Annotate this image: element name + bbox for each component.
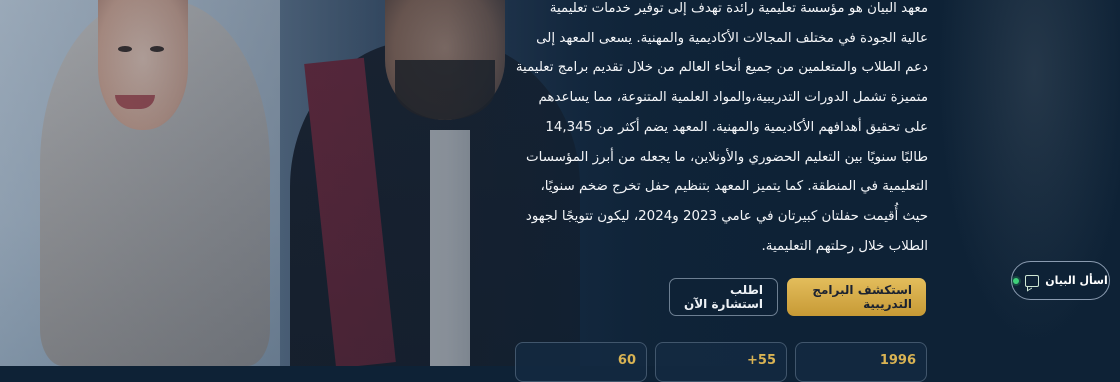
- hero-line: الطلاب خلال رحلتهم التعليمية.: [761, 238, 928, 254]
- hero-actions: اطلب استشارة الآن استكشف البرامج التدريب…: [669, 278, 926, 316]
- stat-card: 60: [515, 342, 647, 382]
- explore-programs-button[interactable]: استكشف البرامج التدريبية: [787, 278, 926, 316]
- ask-albayan-label: اسأل البيان: [1045, 274, 1108, 287]
- hero-line: التعليمية في المنطقة. كما يتميز المعهد ب…: [540, 179, 928, 195]
- hero-line: طالبًا سنويًا بين التعليم الحضوري والأون…: [526, 149, 928, 165]
- hero-line: معهد البيان هو مؤسسة تعليمية رائدة تهدف …: [549, 1, 928, 16]
- hero-content: معهد البيان هو مؤسسة تعليمية رائدة تهدف …: [515, 0, 928, 261]
- background-figure-right: [930, 0, 1120, 366]
- hero-line: متميزة تشمل الدورات التدريبية،والمواد ال…: [538, 90, 928, 106]
- request-consultation-button[interactable]: اطلب استشارة الآن: [669, 278, 778, 316]
- hero-description: معهد البيان هو مؤسسة تعليمية رائدة تهدف …: [515, 0, 928, 261]
- hero-line: حيث أُقيمت حفلتان كبيرتان في عامي 2023 و…: [525, 208, 928, 224]
- chat-bubble-icon: [1025, 274, 1040, 287]
- ask-albayan-button[interactable]: اسأل البيان: [1011, 261, 1110, 300]
- hero-line: عالية الجودة في مختلف المجالات الأكاديمي…: [536, 30, 928, 46]
- stat-card: +55: [655, 342, 787, 382]
- hero-line: على تحقيق أهدافهم الأكاديمية والمهنية. ا…: [545, 119, 928, 135]
- hero-line: دعم الطلاب والمتعلمين من جميع أنحاء العا…: [515, 60, 928, 76]
- stats-row: 60 +55 1996: [515, 342, 927, 382]
- online-status-icon: [1013, 277, 1020, 284]
- stat-card: 1996: [795, 342, 927, 382]
